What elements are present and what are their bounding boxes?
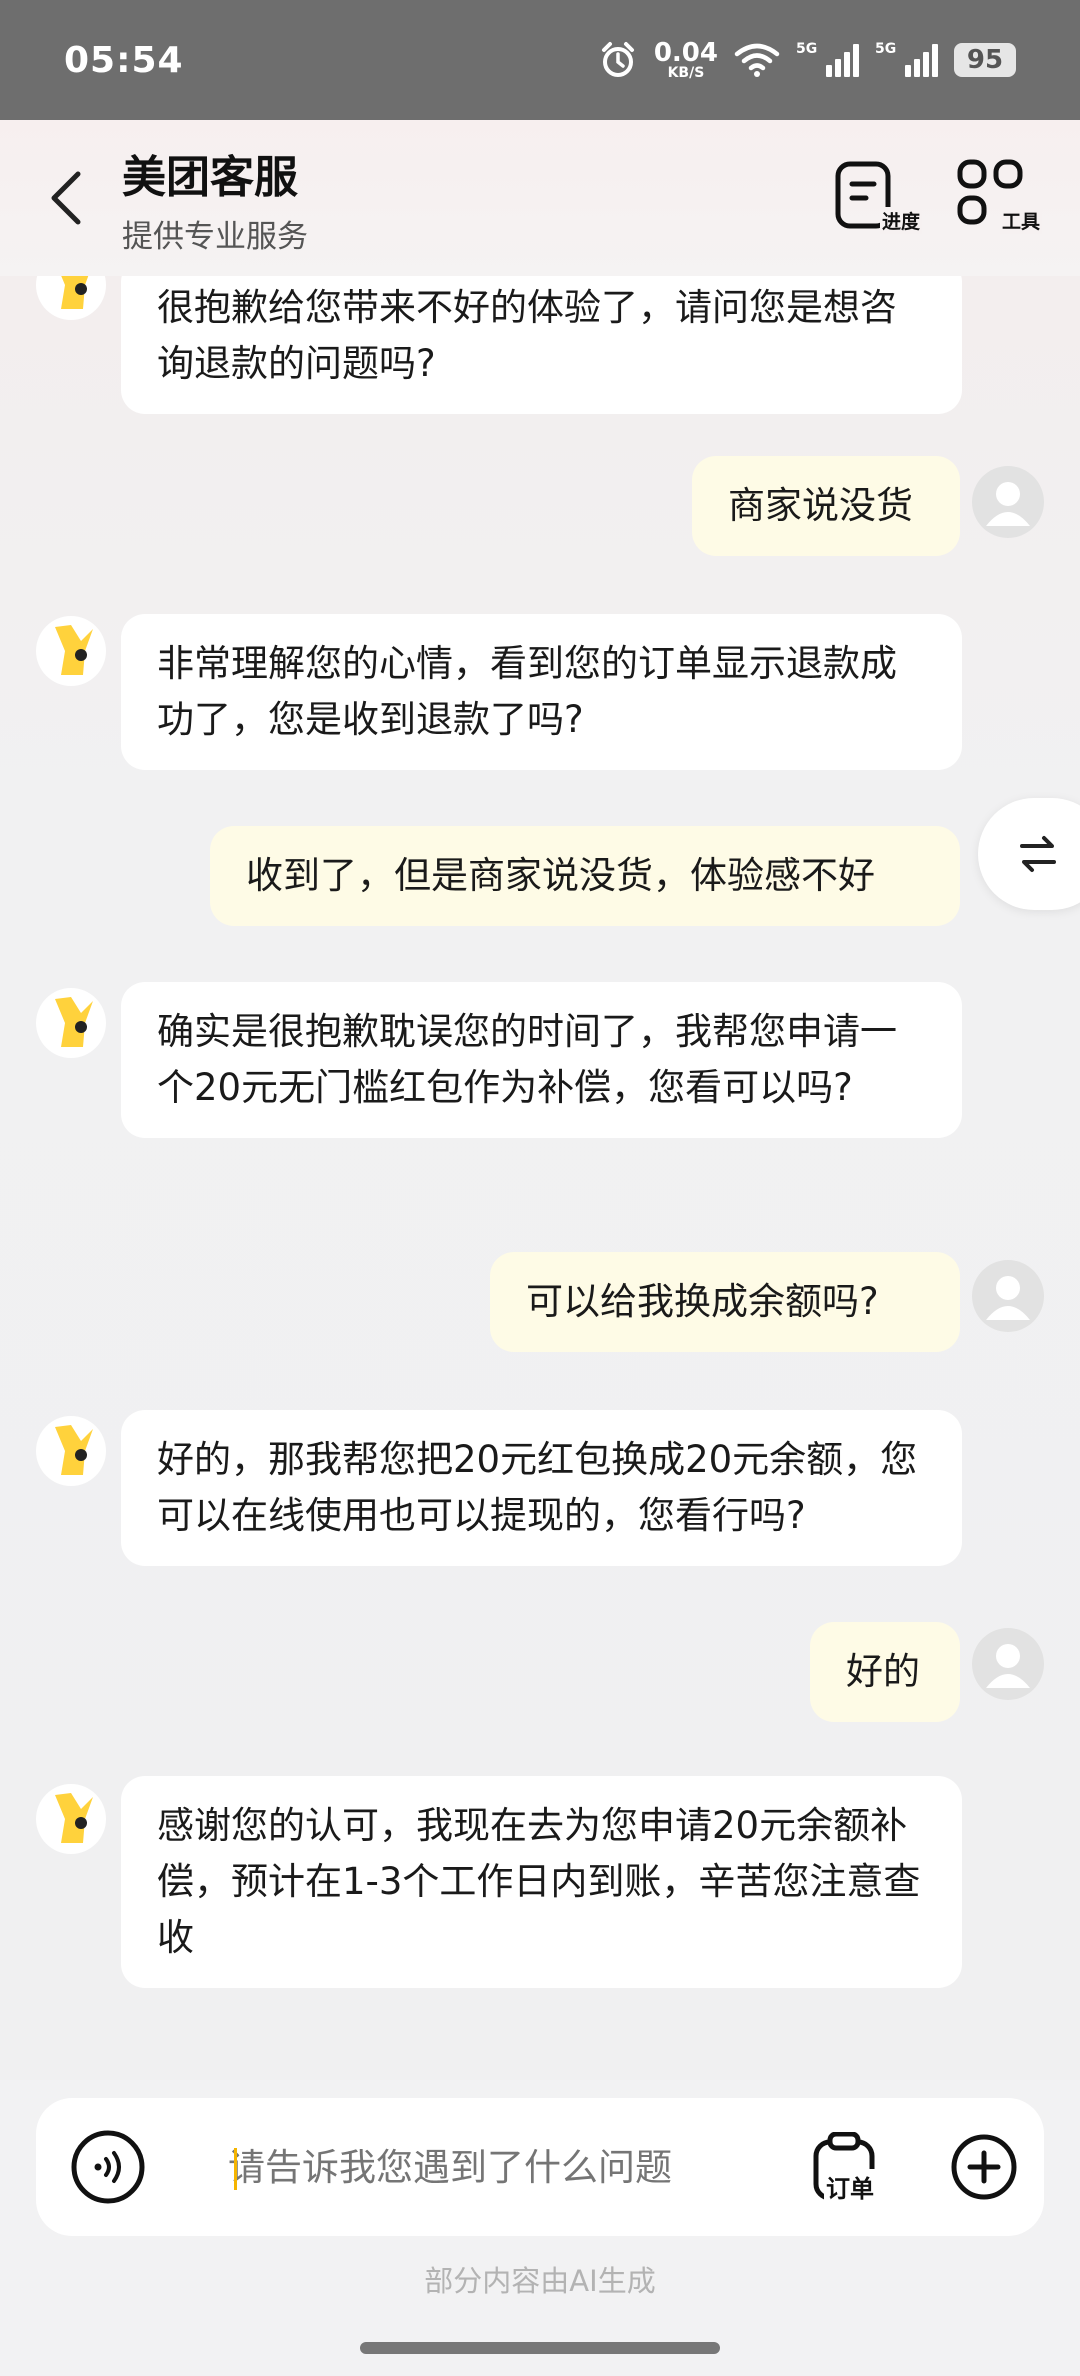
signal-icon: 5G [875,41,938,77]
user-bubble: 商家说没货 [692,456,960,556]
battery-indicator: 95 [954,43,1016,77]
progress-label: 进度 [879,207,922,234]
order-label: 订单 [824,2169,876,2204]
add-button[interactable] [950,2133,1018,2201]
user-bubble: 收到了，但是商家说没货，体验感不好 [210,826,960,926]
user-bubble: 好的 [810,1622,960,1722]
bot-avatar [36,276,106,320]
bot-bubble: 很抱歉给您带来不好的体验了，请问您是想咨询退款的问题吗? [121,276,962,414]
page-title: 美团客服 [122,151,298,203]
chat-header: 美团客服 提供专业服务 进度 工具 [0,120,1080,276]
chat-messages: 很抱歉给您带来不好的体验了，请问您是想咨询退款的问题吗? 商家说没货 非常理解您… [0,276,1080,2080]
swap-arrows-icon [1020,836,1056,872]
bot-avatar [36,1784,106,1854]
back-button[interactable] [16,138,116,258]
order-button[interactable]: 订单 [810,2131,890,2204]
bot-avatar [36,616,106,686]
status-icons: 0.04 KB/S 5G 5G 95 [598,40,1016,80]
alarm-icon [598,40,638,80]
swap-button[interactable] [978,798,1080,910]
user-avatar [972,1628,1044,1700]
user-bubble: 可以给我换成余额吗? [490,1252,960,1352]
header-actions: 进度 工具 [832,156,1042,240]
signal-icon: 5G [796,41,859,77]
net-speed: 0.04 KB/S [653,38,718,81]
home-indicator[interactable] [360,2342,720,2354]
bot-avatar [36,1416,106,1486]
tools-button[interactable]: 工具 [952,156,1042,240]
text-cursor [234,2148,237,2190]
plus-icon [951,2134,1017,2200]
user-avatar [972,1260,1044,1332]
input-bar: 订单 [36,2098,1044,2236]
chevron-left-icon [51,171,81,225]
message-input[interactable] [228,2145,788,2189]
status-time: 05:54 [64,39,184,81]
status-bar: 05:54 0.04 KB/S 5G 5G 95 [0,0,1080,120]
tools-label: 工具 [999,207,1042,234]
wifi-icon [734,42,780,78]
user-avatar [972,466,1044,538]
voice-icon [71,2130,145,2204]
bot-bubble: 好的，那我帮您把20元红包换成20元余额，您可以在线使用也可以提现的，您看行吗? [121,1410,962,1566]
page-subtitle: 提供专业服务 [122,218,308,255]
bot-avatar [36,988,106,1058]
bot-bubble: 感谢您的认可，我现在去为您申请20元余额补偿，预计在1-3个工作日内到账，辛苦您… [121,1776,962,1988]
bot-bubble: 确实是很抱歉耽误您的时间了，我帮您申请一个20元无门槛红包作为补偿，您看可以吗? [121,982,962,1138]
ai-disclaimer: 部分内容由AI生成 [424,2264,656,2298]
title-block: 美团客服 提供专业服务 [122,141,308,256]
bot-bubble: 非常理解您的心情，看到您的订单显示退款成功了，您是收到退款了吗? [121,614,962,770]
progress-button[interactable]: 进度 [832,156,922,240]
voice-button[interactable] [70,2129,146,2205]
